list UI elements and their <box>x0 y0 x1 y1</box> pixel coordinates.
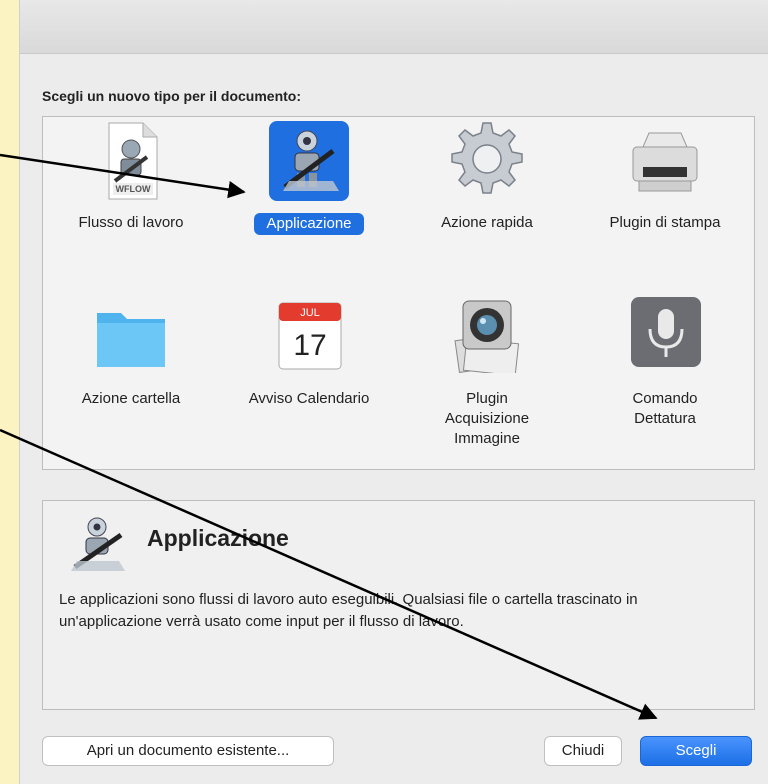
type-label: Plugin Acquisizione Immagine <box>444 390 530 447</box>
close-button[interactable]: Chiudi <box>544 736 622 766</box>
description-title: Applicazione <box>147 525 289 551</box>
automator-robot-icon <box>269 121 349 201</box>
dialog-heading: Scegli un nuovo tipo per il documento: <box>42 88 301 104</box>
calendar-icon: JUL 17 <box>269 297 349 377</box>
open-existing-button[interactable]: Apri un documento esistente... <box>42 736 334 766</box>
calendar-day: 17 <box>293 329 326 362</box>
choose-button[interactable]: Scegli <box>640 736 752 766</box>
type-label: Azione rapida <box>441 214 533 231</box>
workflow-file-icon: WFLOW <box>91 121 171 201</box>
microphone-icon <box>625 293 705 373</box>
type-label: Applicazione <box>229 213 389 235</box>
workflow-badge: WFLOW <box>116 184 151 194</box>
description-panel: Applicazione Le applicazioni sono flussi… <box>42 500 755 710</box>
title-bar <box>20 0 768 54</box>
document-type-grid: WFLOW Flusso di lavoro Applicazione Azio… <box>42 116 755 470</box>
gear-icon <box>447 119 527 199</box>
folder-icon <box>91 297 171 377</box>
description-text: Le applicazioni sono flussi di lavoro au… <box>59 591 638 630</box>
automator-robot-icon <box>63 513 133 573</box>
selected-label: Applicazione <box>254 213 364 235</box>
type-label: Comando Dettatura <box>632 390 698 427</box>
new-document-dialog: Scegli un nuovo tipo per il documento: W… <box>19 0 768 784</box>
type-label: Avviso Calendario <box>248 390 370 407</box>
calendar-month: JUL <box>300 307 320 319</box>
printer-icon <box>625 123 705 203</box>
image-capture-icon <box>447 293 527 377</box>
type-label: Plugin di stampa <box>609 214 721 231</box>
type-label: Azione cartella <box>81 390 181 407</box>
type-label: Flusso di lavoro <box>78 214 184 231</box>
